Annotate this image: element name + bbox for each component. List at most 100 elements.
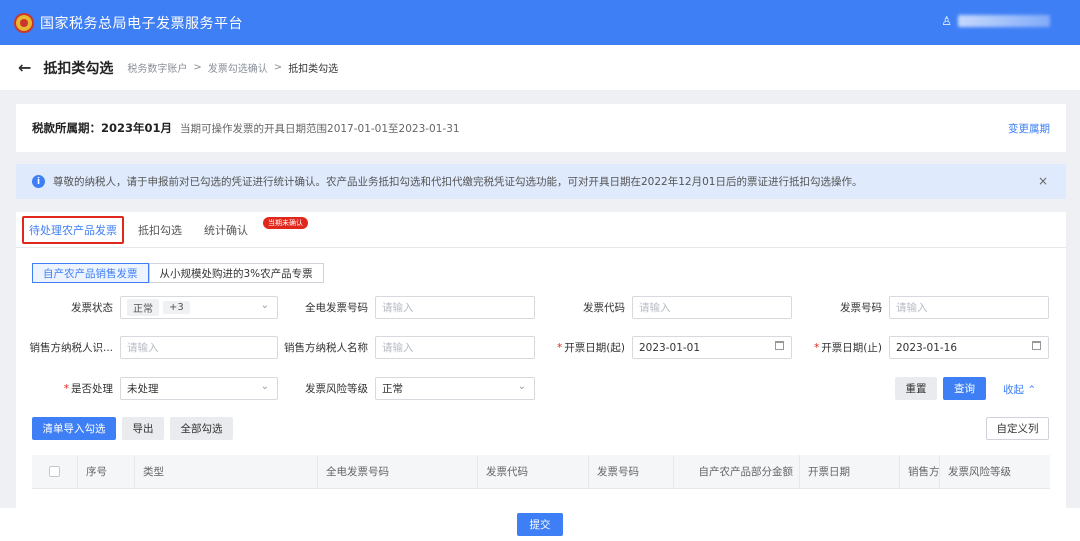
- status-badge: 当期未确认: [263, 216, 308, 229]
- date-end-field: * 开票日期(止) 2023-01-16: [793, 336, 1049, 359]
- full-invoice-no-field: 全电发票号码 请输入: [278, 296, 535, 319]
- seller-tax-id-placeholder: 请输入: [127, 342, 159, 354]
- app-title: 国家税务总局电子发票服务平台: [40, 15, 243, 32]
- close-icon[interactable]: ×: [1038, 174, 1048, 188]
- table-header: 序号 类型 全电发票号码 发票代码 发票号码 自产农产品部分金额 开票日期 销售…: [32, 454, 1050, 489]
- page-header: ← 抵扣类勾选 税务数字账户 > 发票勾选确认 > 抵扣类勾选: [0, 45, 1080, 90]
- collapse-label: 收起: [1003, 384, 1024, 396]
- processed-value: 未处理: [127, 383, 159, 395]
- tab-stat-confirm[interactable]: 统计确认 当期未确认: [196, 212, 308, 248]
- date-end-picker[interactable]: 2023-01-16: [889, 336, 1049, 359]
- breadcrumb-item-confirm[interactable]: 发票勾选确认: [208, 60, 268, 75]
- seller-name-placeholder: 请输入: [382, 342, 414, 354]
- date-start-label-text: 开票日期(起): [564, 342, 625, 354]
- notice-text: 尊敬的纳税人，请于申报前对已勾选的凭证进行统计确认。农产品业务抵扣勾选和代扣代缴…: [53, 176, 863, 188]
- submit-button[interactable]: 提交: [517, 513, 563, 536]
- import-select-button[interactable]: 清单导入勾选: [32, 417, 116, 440]
- column-header: 自产农产品部分金额: [674, 454, 800, 489]
- reset-button[interactable]: 重置: [895, 377, 937, 400]
- processed-label-text: 是否处理: [71, 383, 113, 395]
- calendar-icon: [1032, 341, 1041, 350]
- full-invoice-no-placeholder: 请输入: [382, 302, 414, 314]
- page-title: 抵扣类勾选: [43, 60, 114, 77]
- column-header: 发票风险等级: [948, 466, 1011, 478]
- user-icon: ♙: [941, 14, 952, 28]
- full-invoice-no-input[interactable]: 请输入: [375, 296, 535, 319]
- top-bar: 国家税务总局电子发票服务平台 ♙: [0, 0, 1080, 45]
- notice-banner: i 尊敬的纳税人，请于申报前对已勾选的凭证进行统计确认。农产品业务抵扣勾选和代扣…: [16, 164, 1066, 199]
- invoice-status-select[interactable]: 正常 +3 ⌄: [120, 296, 278, 319]
- user-menu[interactable]: ♙: [941, 14, 1050, 28]
- user-name-blurred: [958, 15, 1050, 27]
- column-header: 发票号码: [589, 454, 674, 489]
- collapse-toggle[interactable]: 收起 ⌃: [1003, 382, 1036, 397]
- date-start-value: 2023-01-01: [639, 341, 701, 354]
- invoice-no-field: 发票号码 请输入: [793, 296, 1049, 319]
- invoice-code-placeholder: 请输入: [639, 302, 671, 314]
- column-header: 开票日期: [800, 454, 900, 489]
- seller-tax-id-label: 销售方纳税人识...: [29, 342, 113, 354]
- required-mark: *: [63, 383, 69, 395]
- required-mark: *: [557, 342, 563, 354]
- invoice-no-label: 发票号码: [840, 302, 882, 314]
- date-end-value: 2023-01-16: [896, 341, 958, 354]
- chevron-down-icon: ⌄: [260, 381, 269, 392]
- invoice-code-input[interactable]: 请输入: [632, 296, 792, 319]
- date-start-label: * 开票日期(起): [536, 340, 632, 355]
- tab-deduction-select[interactable]: 抵扣勾选: [130, 212, 190, 248]
- breadcrumb-separator: >: [193, 62, 202, 73]
- calendar-icon: [775, 341, 784, 350]
- query-button[interactable]: 查询: [943, 377, 986, 400]
- risk-level-value: 正常: [382, 383, 403, 395]
- risk-level-select[interactable]: 正常 ⌄: [375, 377, 535, 400]
- processed-label: * 是否处理: [16, 381, 120, 396]
- seller-tax-id-input[interactable]: 请输入: [120, 336, 278, 359]
- seller-name-label: 销售方纳税人名称: [284, 342, 368, 354]
- invoice-status-field: 发票状态 正常 +3 ⌄: [16, 296, 278, 319]
- select-all-button[interactable]: 全部勾选: [170, 417, 233, 440]
- main-panel: 待处理农产品发票 抵扣勾选 统计确认 当期未确认 自产农产品销售发票 从小规模处…: [16, 212, 1066, 512]
- tax-period-label: 税款所属期：: [32, 121, 101, 135]
- risk-level-label: 发票风险等级: [305, 383, 368, 395]
- tax-period-range: 当期可操作发票的开具日期范围2017-01-01至2023-01-31: [180, 122, 460, 135]
- chevron-down-icon: ⌄: [517, 381, 526, 392]
- seller-tax-id-field: 销售方纳税人识... 请输入: [16, 336, 278, 359]
- invoice-status-label: 发票状态: [71, 302, 113, 314]
- date-end-label: * 开票日期(止): [793, 340, 889, 355]
- column-header: 序号: [78, 454, 135, 489]
- subtab-small-scale-3pct[interactable]: 从小规模处购进的3%农产品专票: [148, 263, 324, 283]
- select-all-checkbox[interactable]: [49, 466, 60, 477]
- date-start-picker[interactable]: 2023-01-01: [632, 336, 792, 359]
- arrow-left-icon[interactable]: ←: [18, 58, 31, 77]
- breadcrumb-item-account[interactable]: 税务数字账户: [127, 60, 187, 75]
- select-all-checkbox-cell: [32, 454, 78, 489]
- tab-bar: 待处理农产品发票 抵扣勾选 统计确认 当期未确认: [16, 212, 1066, 248]
- info-icon: i: [32, 175, 45, 188]
- full-invoice-no-label: 全电发票号码: [305, 302, 368, 314]
- processed-select[interactable]: 未处理 ⌄: [120, 377, 278, 400]
- custom-columns-button[interactable]: 自定义列: [986, 417, 1049, 440]
- required-mark: *: [814, 342, 820, 354]
- breadcrumb-item-current: 抵扣类勾选: [288, 64, 339, 75]
- column-header: 类型: [135, 454, 318, 489]
- export-button[interactable]: 导出: [122, 417, 164, 440]
- seller-name-input[interactable]: 请输入: [375, 336, 535, 359]
- status-chip: 正常: [127, 299, 159, 316]
- tax-period-value: 2023年01月: [101, 121, 173, 135]
- invoice-no-placeholder: 请输入: [896, 302, 928, 314]
- risk-level-field: 发票风险等级 正常 ⌄: [278, 377, 535, 400]
- subtab-group: 自产农产品销售发票 从小规模处购进的3%农产品专票: [32, 263, 324, 283]
- tax-emblem-icon: [14, 12, 34, 33]
- tax-period-card: 税款所属期： 2023年01月 当期可操作发票的开具日期范围2017-01-01…: [16, 104, 1066, 152]
- change-period-link[interactable]: 变更属期: [1008, 121, 1050, 136]
- date-start-field: * 开票日期(起) 2023-01-01: [536, 336, 792, 359]
- column-header: 销售方纳: [900, 454, 940, 489]
- invoice-no-input[interactable]: 请输入: [889, 296, 1049, 319]
- seller-name-field: 销售方纳税人名称 请输入: [278, 336, 535, 359]
- invoice-code-field: 发票代码 请输入: [536, 296, 792, 319]
- date-end-label-text: 开票日期(止): [821, 342, 882, 354]
- processed-field: * 是否处理 未处理 ⌄: [16, 377, 278, 400]
- subtab-self-produced[interactable]: 自产农产品销售发票: [32, 263, 149, 283]
- column-header: 全电发票号码: [318, 454, 478, 489]
- tab-pending-agri-invoices[interactable]: 待处理农产品发票: [22, 215, 124, 244]
